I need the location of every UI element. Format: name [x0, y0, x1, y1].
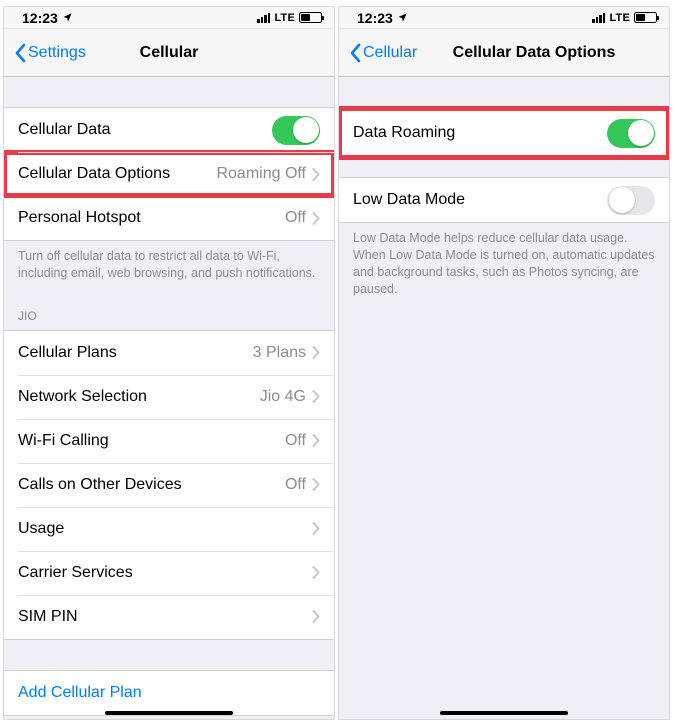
battery-icon	[634, 12, 657, 23]
chevron-right-icon	[312, 478, 320, 491]
personal-hotspot-label: Personal Hotspot	[18, 209, 285, 227]
row-personal-hotspot[interactable]: Personal Hotspot Off	[4, 196, 334, 240]
low-data-mode-label: Low Data Mode	[353, 191, 607, 209]
chevron-right-icon	[312, 212, 320, 225]
section-header-cellular-data: CELLULAR DATA	[4, 716, 334, 719]
data-roaming-toggle[interactable]	[607, 119, 655, 148]
carrier-services-label: Carrier Services	[18, 564, 312, 582]
home-indicator[interactable]	[440, 711, 568, 716]
row-network-selection[interactable]: Network Selection Jio 4G	[4, 375, 334, 419]
row-low-data-mode[interactable]: Low Data Mode	[339, 178, 669, 222]
group-cellular-main: Cellular Data Cellular Data Options Roam…	[4, 107, 334, 241]
chevron-right-icon	[312, 168, 320, 181]
data-roaming-label: Data Roaming	[353, 124, 607, 142]
network-type: LTE	[609, 12, 630, 24]
signal-bars-icon	[592, 13, 605, 23]
cellular-data-toggle[interactable]	[272, 116, 320, 145]
status-bar: 12:23 LTE	[339, 7, 669, 29]
cellular-data-label: Cellular Data	[18, 121, 272, 139]
battery-icon	[299, 12, 322, 23]
page-title: Cellular Data Options	[339, 44, 669, 62]
row-data-roaming[interactable]: Data Roaming	[339, 108, 669, 158]
page-title: Cellular	[4, 44, 334, 62]
nav-bar: Settings Cellular	[4, 29, 334, 77]
group-data-roaming: Data Roaming	[339, 107, 669, 159]
row-carrier-services[interactable]: Carrier Services	[4, 551, 334, 595]
calls-other-label: Calls on Other Devices	[18, 476, 285, 494]
section-header-jio: JIO	[4, 290, 334, 330]
home-indicator[interactable]	[105, 711, 233, 716]
status-time: 12:23	[22, 10, 58, 26]
personal-hotspot-value: Off	[285, 209, 306, 227]
network-selection-value: Jio 4G	[260, 388, 306, 406]
status-bar: 12:23 LTE	[4, 7, 334, 29]
location-icon	[397, 12, 408, 23]
group-add-plan: Add Cellular Plan	[4, 670, 334, 716]
iphone-screen-cellular: 12:23 LTE Settings Cellular	[3, 6, 335, 720]
chevron-right-icon	[312, 566, 320, 579]
network-selection-label: Network Selection	[18, 388, 260, 406]
network-type: LTE	[274, 12, 295, 24]
row-usage[interactable]: Usage	[4, 507, 334, 551]
cellular-plans-label: Cellular Plans	[18, 344, 253, 362]
row-cellular-data-options[interactable]: Cellular Data Options Roaming Off	[4, 152, 334, 196]
row-calls-other-devices[interactable]: Calls on Other Devices Off	[4, 463, 334, 507]
signal-bars-icon	[257, 13, 270, 23]
usage-label: Usage	[18, 520, 312, 538]
calls-other-value: Off	[285, 476, 306, 494]
chevron-right-icon	[312, 346, 320, 359]
chevron-right-icon	[312, 522, 320, 535]
cellular-data-footer: Turn off cellular data to restrict all d…	[4, 241, 334, 290]
iphone-screen-cellular-data-options: 12:23 LTE Cellular Cellular Data Options	[338, 6, 670, 720]
sim-pin-label: SIM PIN	[18, 608, 312, 626]
chevron-right-icon	[312, 610, 320, 623]
row-cellular-data[interactable]: Cellular Data	[4, 108, 334, 152]
location-icon	[62, 12, 73, 23]
low-data-mode-footer: Low Data Mode helps reduce cellular data…	[339, 223, 669, 306]
low-data-mode-toggle[interactable]	[607, 186, 655, 215]
wifi-calling-value: Off	[285, 432, 306, 450]
wifi-calling-label: Wi-Fi Calling	[18, 432, 285, 450]
cellular-data-options-value: Roaming Off	[216, 165, 306, 183]
status-time: 12:23	[357, 10, 393, 26]
row-wifi-calling[interactable]: Wi-Fi Calling Off	[4, 419, 334, 463]
chevron-right-icon	[312, 390, 320, 403]
add-cellular-plan-label: Add Cellular Plan	[18, 684, 320, 702]
row-add-cellular-plan[interactable]: Add Cellular Plan	[4, 671, 334, 715]
row-sim-pin[interactable]: SIM PIN	[4, 595, 334, 639]
row-cellular-plans[interactable]: Cellular Plans 3 Plans	[4, 331, 334, 375]
group-jio: Cellular Plans 3 Plans Network Selection…	[4, 330, 334, 640]
chevron-right-icon	[312, 434, 320, 447]
cellular-data-options-label: Cellular Data Options	[18, 165, 216, 183]
nav-bar: Cellular Cellular Data Options	[339, 29, 669, 77]
cellular-plans-value: 3 Plans	[253, 344, 306, 362]
group-low-data-mode: Low Data Mode	[339, 177, 669, 223]
